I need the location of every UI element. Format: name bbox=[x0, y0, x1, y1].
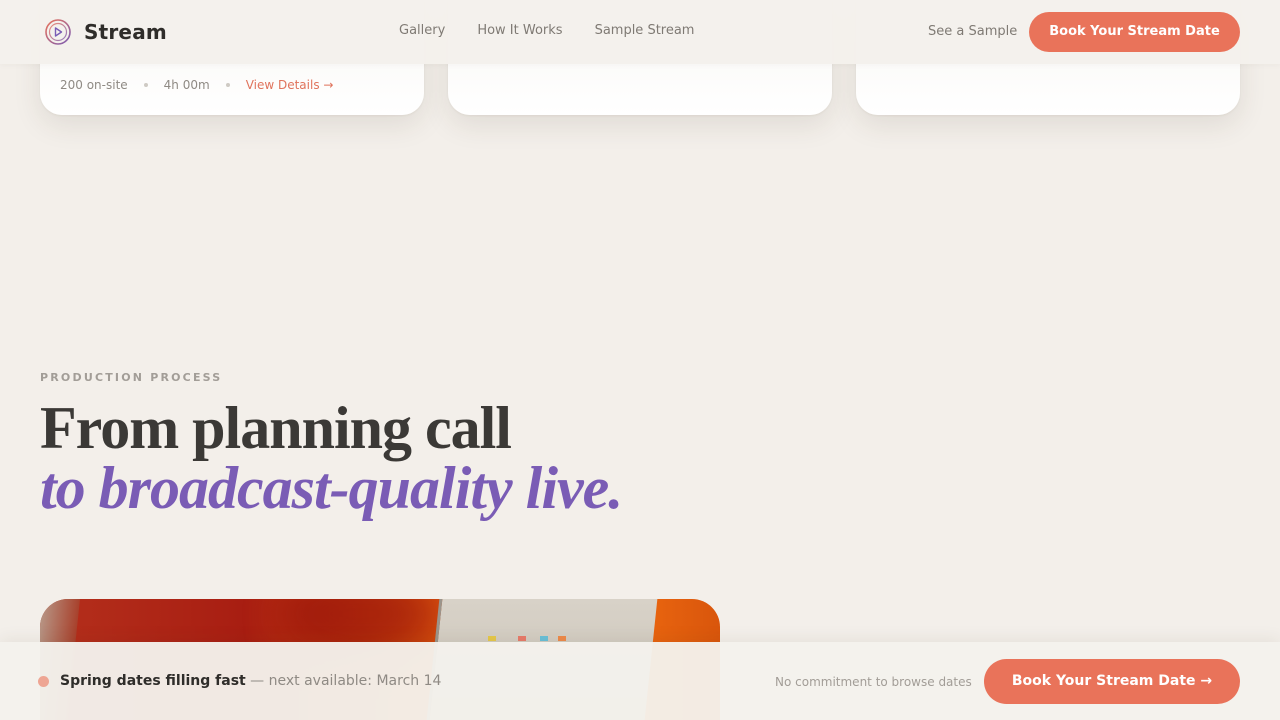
brand-name: Stream bbox=[84, 20, 167, 44]
availability-detail: — next available: March 14 bbox=[245, 673, 442, 689]
availability-status: Spring dates filling fast — next availab… bbox=[60, 673, 441, 689]
status-dot-icon bbox=[38, 676, 49, 687]
separator-dot bbox=[225, 83, 230, 87]
booking-bar: Spring dates filling fast — next availab… bbox=[0, 642, 1280, 720]
main-nav: Gallery How It Works Sample Stream bbox=[399, 23, 726, 38]
view-details-link[interactable]: View Details → bbox=[246, 78, 334, 92]
stream-duration: 4h 00m bbox=[163, 78, 210, 92]
attendee-count: 200 on-site bbox=[60, 78, 128, 92]
book-stream-date-button[interactable]: Book Your Stream Date bbox=[1029, 12, 1240, 52]
availability-headline: Spring dates filling fast bbox=[60, 673, 246, 689]
see-sample-link[interactable]: See a Sample bbox=[928, 24, 1017, 39]
brand-logo[interactable]: Stream bbox=[44, 18, 167, 46]
site-header: Stream Gallery How It Works Sample Strea… bbox=[0, 0, 1280, 64]
nav-sample-stream[interactable]: Sample Stream bbox=[595, 23, 695, 38]
event-card-meta: 200 on-site 4h 00m View Details → bbox=[60, 78, 333, 92]
headline-line-2: to broadcast-quality live. bbox=[40, 455, 623, 521]
separator-dot bbox=[143, 83, 148, 87]
section-headline: From planning call to broadcast-quality … bbox=[40, 395, 623, 521]
commitment-note: No commitment to browse dates bbox=[775, 675, 972, 689]
nav-how-it-works[interactable]: How It Works bbox=[477, 23, 562, 38]
headline-line-1: From planning call bbox=[40, 395, 512, 461]
play-logo-icon bbox=[45, 19, 71, 45]
nav-gallery[interactable]: Gallery bbox=[399, 23, 445, 38]
section-eyebrow: PRODUCTION PROCESS bbox=[40, 371, 223, 384]
book-stream-date-bottom-button[interactable]: Book Your Stream Date → bbox=[984, 659, 1240, 704]
